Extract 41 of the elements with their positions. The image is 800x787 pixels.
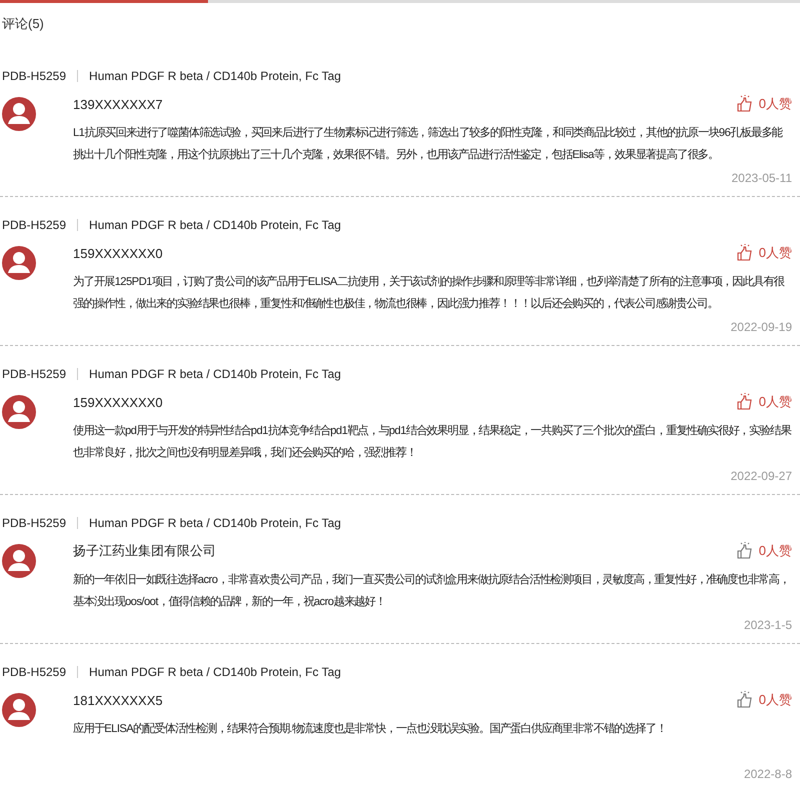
thumbs-up-icon — [736, 691, 754, 709]
comment-text: 新的一年依旧一如既往选择acro，非常喜欢贵公司产品，我们一直买贵公司的试剂盒用来做抗原结合活性检测项目，灵敏度高，重复性好，准确度也非常高，基本没出现oos/oot，值得信赖的品牌，新的一年，祝acro越来越好！ — [73, 572, 790, 610]
product-code: PDB-H5259 — [1, 367, 66, 381]
comment-text: L1抗原买回来进行了噬菌体筛选试验，买回来后进行了生物素标记进行筛选，筛选出了较多的阳性克隆，和同类商品比较过，其他的抗原一块96孔板最多能挑出十几个阳性克隆，用这个抗原挑出了三十几个克隆，效果很不错。另外，也用该产品进行活性鉴定，包括Elisa等，效果显著提高了很多。 — [73, 125, 784, 163]
user-name: 扬子江药业集团有限公司 — [73, 542, 216, 560]
comment-text: 为了开展125PD1项目，订购了贵公司的该产品用于ELISA二抗使用，关于该试剂的操作步骤和原理等非常详细，也列举清楚了所有的注意事项，因此具有很强的操作性，做出来的实验结果也很棒，重复性和准确性也极佳，物流也很棒，因此强力推荐！！！以后还会购买的，代表公司感谢贵公司。 — [73, 274, 786, 312]
comments-heading: 评论(5) — [1, 15, 45, 33]
product-name: Human PDGF R beta / CD140b Protein, Fc Tag — [89, 516, 341, 530]
product-name: Human PDGF R beta / CD140b Protein, Fc Tag — [89, 665, 341, 679]
like-button[interactable]: 0人赞 — [736, 95, 792, 113]
like-button[interactable]: 0人赞 — [736, 691, 792, 709]
like-button[interactable]: 0人赞 — [736, 393, 792, 411]
avatar-icon — [2, 246, 36, 280]
like-button[interactable]: 0人赞 — [736, 244, 792, 262]
product-name: Human PDGF R beta / CD140b Protein, Fc Tag — [89, 218, 341, 232]
product-code: PDB-H5259 — [1, 69, 66, 83]
comment-date: 2023-1-5 — [742, 618, 792, 632]
comment-text: 应用于ELISA的配受体活性检测，结果符合预期.物流速度也是非常快，一点也没耽误实验。国产蛋白供应商里非常不错的选择了！ — [73, 721, 668, 737]
avatar-icon — [2, 97, 36, 131]
thumbs-up-icon — [736, 244, 754, 262]
user-name: 181XXXXXXX5 — [73, 692, 163, 708]
comment-date: 2022-8-8 — [742, 767, 792, 781]
avatar-icon — [2, 395, 36, 429]
comment-date: 2022-09-27 — [730, 469, 792, 483]
product-code: PDB-H5259 — [1, 665, 66, 679]
thumbs-up-icon — [736, 542, 754, 560]
user-name: 159XXXXXXX0 — [73, 246, 163, 260]
avatar-icon — [2, 693, 36, 727]
thumbs-up-icon — [736, 95, 754, 113]
comment-date: 2023-05-11 — [730, 171, 792, 185]
product-code: PDB-H5259 — [1, 218, 66, 232]
like-button[interactable]: 0人赞 — [736, 542, 792, 560]
user-name: 139XXXXXXX7 — [73, 96, 163, 112]
comment-date: 2022-09-19 — [730, 320, 792, 334]
product-name: Human PDGF R beta / CD140b Protein, Fc Tag — [89, 367, 341, 381]
thumbs-up-icon — [736, 393, 754, 411]
avatar-icon — [2, 544, 36, 578]
product-code: PDB-H5259 — [1, 516, 66, 530]
comment-text: 使用这一款pd用于与开发的特异性结合pd1抗体竞争结合pd1靶点，与pd1结合效果明显，结果稳定，一共购买了三个批次的蛋白，重复性确实很好，实验结果也非常良好，批次之间也没有明显差异哦，我们还会购买的哈，强烈推荐！ — [73, 423, 792, 461]
product-name: Human PDGF R beta / CD140b Protein, Fc Tag — [89, 69, 341, 83]
user-name: 159XXXXXXX0 — [73, 394, 163, 410]
